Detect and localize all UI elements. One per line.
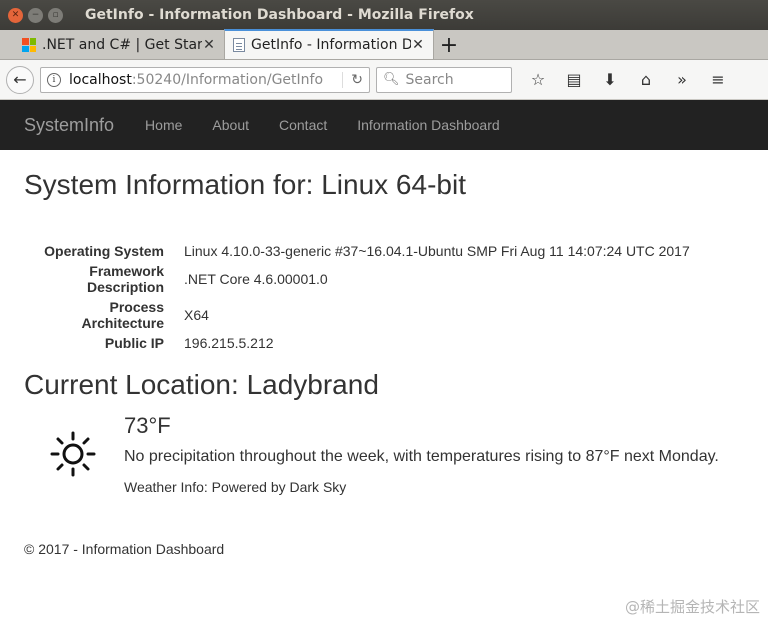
close-window-button[interactable]: ✕ [8, 7, 23, 23]
tab-title: .NET and C# | Get Started [42, 37, 202, 53]
new-tab-button[interactable]: + [434, 31, 464, 59]
nav-contact-link[interactable]: Contact [264, 117, 342, 133]
browser-navbar: ← i localhost:50240/Information/GetInfo … [0, 60, 768, 100]
info-value: 196.215.5.212 [184, 335, 274, 351]
minimize-window-button[interactable]: − [28, 7, 43, 23]
info-row: Process Architecture X64 [24, 297, 690, 333]
nav-home-link[interactable]: Home [130, 117, 197, 133]
page-icon [233, 38, 245, 52]
nav-about-link[interactable]: About [197, 117, 264, 133]
weather-attribution: Weather Info: Powered by Dark Sky [124, 479, 347, 495]
bookmark-star-icon[interactable]: ☆ [528, 70, 548, 89]
search-input[interactable]: 🔍︎ Search [376, 66, 512, 93]
search-placeholder: Search [405, 71, 454, 88]
info-value: X64 [184, 307, 209, 323]
temperature: 73°F [124, 413, 171, 438]
url-host: localhost [69, 71, 132, 88]
download-icon[interactable]: ⬇ [600, 70, 620, 89]
reload-icon[interactable]: ↻ [342, 71, 363, 88]
location-title: Current Location: Ladybrand [24, 369, 379, 400]
window-controls: ✕ − ▫ [8, 7, 63, 23]
window-title: GetInfo - Information Dashboard - Mozill… [85, 7, 474, 23]
info-key: Public IP [104, 335, 164, 351]
site-info-icon[interactable]: i [47, 72, 61, 87]
info-key: Framework Description [86, 263, 164, 295]
overflow-chevron-icon[interactable]: » [672, 70, 692, 89]
info-row: Operating System Linux 4.10.0-33-generic… [24, 241, 690, 261]
sun-icon [24, 413, 124, 495]
page-title: System Information for: Linux 64-bit [24, 169, 466, 200]
weather-panel: 73°F No precipitation throughout the wee… [24, 413, 744, 495]
system-info-table: Operating System Linux 4.10.0-33-generic… [24, 241, 690, 353]
page-content: System Information for: Linux 64-bit Ope… [0, 169, 768, 557]
search-icon: 🔍︎ [383, 72, 400, 87]
weather-summary: No precipitation throughout the week, wi… [124, 448, 719, 465]
menu-icon[interactable]: ≡ [708, 70, 728, 89]
maximize-window-button[interactable]: ▫ [48, 7, 63, 23]
close-tab-icon[interactable]: ✕ [411, 37, 425, 53]
tab-dotnet[interactable]: .NET and C# | Get Started ✕ [14, 31, 224, 59]
tab-title: GetInfo - Information Dashboard [251, 37, 411, 53]
info-row: Framework Description .NET Core 4.6.0000… [24, 261, 690, 297]
url-path: :50240/Information/GetInfo [131, 71, 324, 88]
close-tab-icon[interactable]: ✕ [202, 37, 216, 53]
back-arrow-icon: ← [13, 70, 27, 89]
window-titlebar: ✕ − ▫ GetInfo - Information Dashboard - … [0, 0, 768, 30]
info-row: Public IP 196.215.5.212 [24, 333, 690, 353]
reading-list-icon[interactable]: ▤ [564, 70, 584, 89]
info-key: Process Architecture [81, 299, 164, 331]
tab-getinfo[interactable]: GetInfo - Information Dashboard ✕ [224, 29, 434, 59]
url-bar[interactable]: i localhost:50240/Information/GetInfo ↻ [40, 66, 370, 93]
tab-strip: .NET and C# | Get Started ✕ GetInfo - In… [0, 29, 768, 60]
weather-text: 73°F No precipitation throughout the wee… [124, 413, 724, 495]
microsoft-logo-icon [22, 38, 36, 52]
watermark: @稀土掘金技术社区 [624, 598, 760, 616]
info-value: .NET Core 4.6.00001.0 [184, 271, 328, 287]
home-icon[interactable]: ⌂ [636, 70, 656, 89]
brand-link[interactable]: SystemInfo [24, 115, 114, 136]
toolbar-icons: ☆ ▤ ⬇ ⌂ » ≡ [528, 70, 728, 89]
info-value: Linux 4.10.0-33-generic #37~16.04.1-Ubun… [184, 243, 690, 259]
nav-dashboard-link[interactable]: Information Dashboard [342, 117, 514, 133]
site-navbar: SystemInfo Home About Contact Informatio… [0, 100, 768, 150]
back-button[interactable]: ← [6, 65, 34, 94]
info-key: Operating System [44, 243, 164, 259]
footer: © 2017 - Information Dashboard [24, 541, 225, 557]
